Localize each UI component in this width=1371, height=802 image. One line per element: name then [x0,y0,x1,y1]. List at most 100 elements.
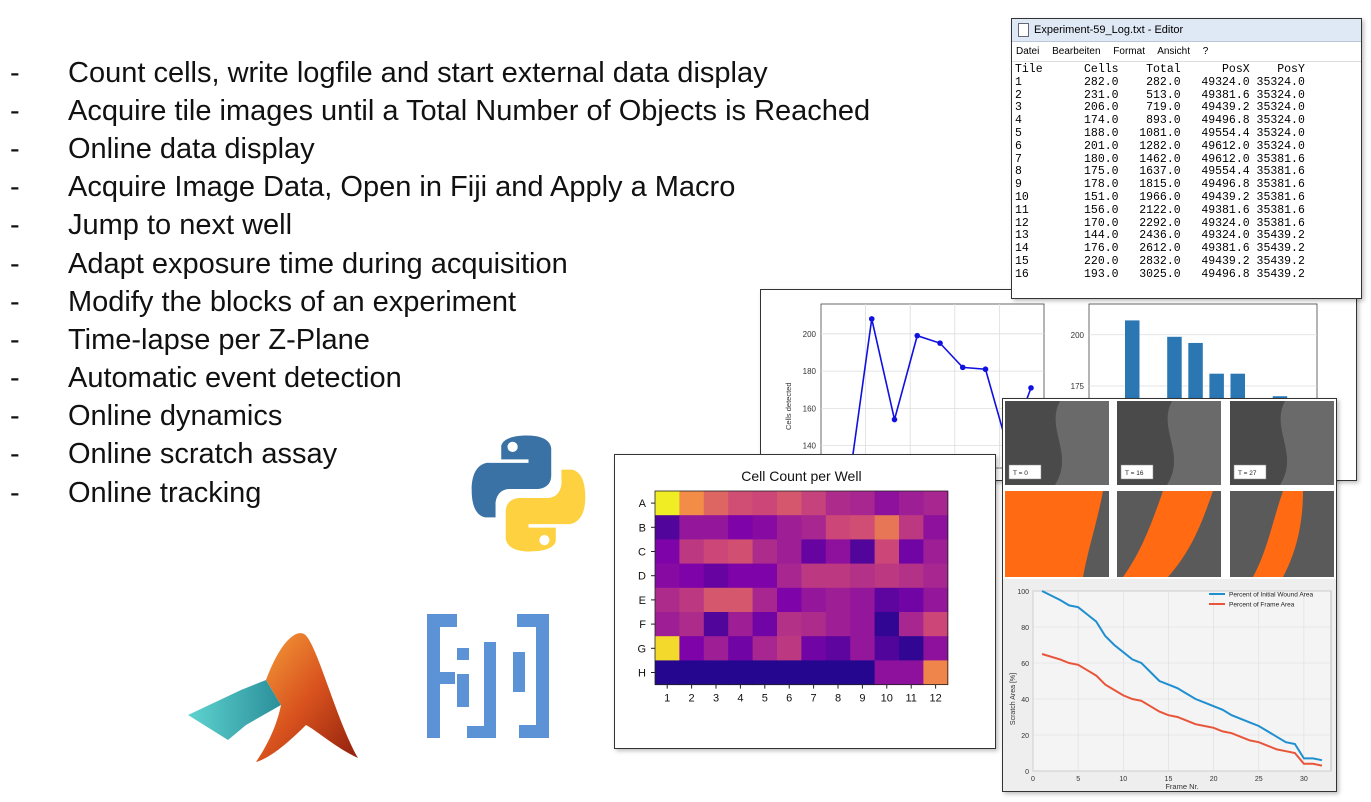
line-plot-ytick-label: 160 [803,404,817,413]
feature-text: Online data display [68,132,315,165]
heatmap-cell [801,563,827,589]
line-plot-ytick-label: 200 [803,330,817,339]
scratch-chart-xtick-label: 5 [1076,776,1080,783]
bullet-dash: - [10,209,20,242]
heatmap-col-label: 12 [929,693,941,705]
line-plot-point [982,366,989,373]
heatmap-cell [728,539,754,565]
heatmap-cell [679,660,705,686]
bullet-dash: - [10,132,20,165]
menu-item-bearbeiten[interactable]: Bearbeiten [1052,46,1100,57]
heatmap-cell [899,515,924,540]
heatmap-cell [728,587,754,613]
heatmap-cell [777,563,802,589]
heatmap-cell [923,515,949,540]
editor-titlebar[interactable]: Experiment-59_Log.txt - Editor [1012,19,1361,42]
heatmap-cell [801,515,827,540]
heatmap-cell [679,636,705,661]
heatmap-cell [923,660,949,686]
scratch-chart-ytick-label: 80 [1021,625,1029,632]
scratch-chart-xtick-label: 20 [1210,776,1218,783]
well-heatmap-chart: Cell Count per WellABCDEFGH1 2 3 4 5 6 7 8 9 10 11… [637,468,949,705]
heatmap-cell [850,612,876,637]
scratch-chart-xlabel: Frame Nr. [1165,782,1198,791]
scratch-chart-frame [1032,590,1332,772]
bullet-dash: - [10,94,20,127]
feature-item: - Adapt exposure time during acquisition [10,245,870,283]
line-plot-point [1028,385,1034,391]
bar-plot-ytick-label: 200 [1071,331,1085,340]
menu-item-datei[interactable]: Datei [1016,46,1039,57]
line-plot-point [868,316,875,322]
feature-text: Jump to next well [68,209,293,242]
heatmap-col-label: 3 [713,693,719,705]
bullet-dash: - [10,400,20,433]
heatmap-row-label: E [639,595,646,607]
heatmap-row-label: G [637,643,646,655]
heatmap-cell [655,636,680,661]
heatmap-cell [899,491,924,516]
microscope-texture [1055,401,1109,485]
heatmap-cell [752,587,778,613]
heatmap-cell [850,660,876,686]
microscope-texture [1280,401,1334,485]
feature-text: Online dynamics [68,400,283,433]
heatmap-cell [752,539,778,565]
feature-item: - Acquire tile images until a Total Numbe… [10,92,870,130]
heatmap-cell [899,636,924,661]
heatmap-cell [777,491,802,516]
bullet-dash: - [10,362,20,395]
heatmap-cell [850,515,876,540]
heatmap-cell [752,612,778,637]
log-text-area[interactable]: Tile Cells Total PosX PosY 1 282.0 282.0… [1012,62,1361,284]
heatmap-cell [703,563,729,589]
bullet-dash: - [10,476,20,509]
heatmap-cell [728,660,754,686]
feature-list: - Count cells, write logfile and start ex… [10,54,870,512]
heatmap-col-label: 9 [859,693,865,705]
feature-item: - Online dynamics [10,398,870,436]
heatmap-cell [825,587,851,613]
heatmap-cell [825,491,851,516]
heatmap-cell [728,612,754,637]
heatmap-cell [655,491,680,516]
feature-item: - Acquire Image Data, Open in Fiji and Ap… [10,169,870,207]
heatmap-cell [655,539,680,565]
heatmap-cell [777,612,802,637]
feature-item: - Count cells, write logfile and start ex… [10,54,870,92]
heatmap-cell [899,660,924,686]
line-plot-point [914,332,921,339]
menu-item-ansicht[interactable]: Ansicht [1157,46,1190,57]
heatmap-cell [655,515,680,540]
menu-item-help[interactable]: ? [1203,46,1209,57]
heatmap-cell [899,563,924,589]
document-icon [1018,23,1029,37]
heatmap-col-label: 8 [835,693,841,705]
log-editor-window[interactable]: Experiment-59_Log.txt - Editor Datei Bea… [1011,18,1362,299]
menu-item-format[interactable]: Format [1113,46,1145,57]
scratch-chart-ytick-label: 60 [1021,661,1029,668]
bullet-dash: - [10,247,20,280]
feature-item: - Automatic event detection [10,360,870,398]
feature-text: Automatic event detection [68,362,402,395]
bullet-dash: - [10,285,20,318]
fiji-logo-icon [427,612,549,747]
heatmap-cell [679,491,705,516]
scratch-chart-ytick-label: 40 [1021,697,1029,704]
heatmap-cell [679,587,705,613]
heatmap-cell [825,515,851,540]
heatmap-cell [850,636,876,661]
feature-text: Acquire Image Data, Open in Fiji and App… [68,171,736,204]
heatmap-row-label: D [638,571,646,583]
heatmap-col-label: 7 [811,693,817,705]
heatmap-cell [874,660,900,686]
heatmap-cell [703,612,729,637]
scratch-assay-svg: T = 0T = 16 T = 270204060801000 5 10 15 20 25 3… [1003,401,1336,791]
heatmap-cell [703,587,729,613]
heatmap-cell [874,539,900,565]
feature-text: Time-lapse per Z-Plane [68,323,370,356]
heatmap-cell [703,660,729,686]
heatmap-col-label: 11 [905,693,916,705]
scratch-chart-xtick-label: 25 [1255,776,1263,783]
heatmap-cell [728,515,754,540]
